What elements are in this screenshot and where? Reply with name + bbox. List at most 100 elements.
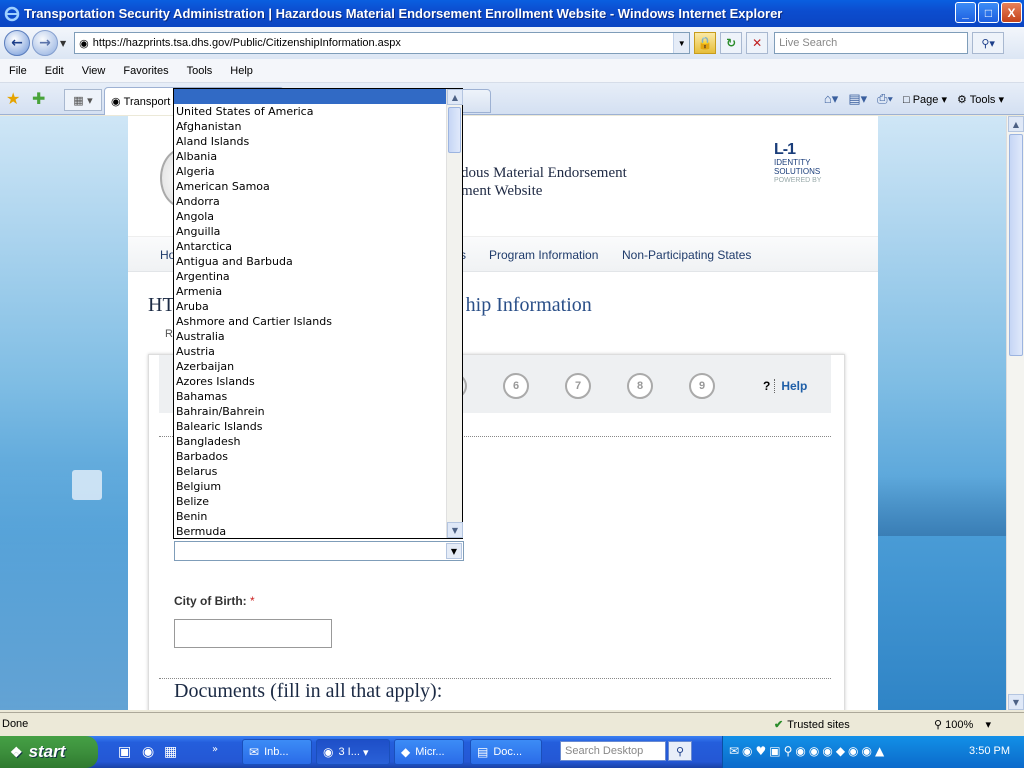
country-option[interactable]: Bahrain/Bahrein (174, 404, 446, 419)
step-6[interactable]: 6 (503, 373, 529, 399)
country-option[interactable]: Aruba (174, 299, 446, 314)
taskbar-button-label: Doc... (493, 746, 523, 758)
tab-bar: ★ ✚ ▦ ▾ ◉ Transport ⌂▾ ▤▾ ⎙▾ □ Page ▾ ⚙ … (0, 83, 1024, 115)
country-dropdown-list[interactable]: United States of America Afghanistan Aland… (173, 88, 463, 539)
country-option[interactable]: Antigua and Barbuda (174, 254, 446, 269)
help-link[interactable]: ? Help (763, 379, 807, 393)
menu-file[interactable]: File (0, 65, 36, 77)
country-option[interactable]: Albania (174, 149, 446, 164)
taskbar-button-inbox[interactable]: ✉ Inb... (242, 739, 312, 765)
country-option[interactable] (174, 89, 446, 104)
back-button[interactable]: ← (4, 30, 30, 56)
stop-button[interactable]: ✕ (746, 32, 769, 54)
address-dropdown-icon[interactable]: ▼ (673, 33, 690, 53)
country-option[interactable]: Ashmore and Cartier Islands (174, 314, 446, 329)
country-option[interactable]: Angola (174, 209, 446, 224)
country-option[interactable]: Balearic Islands (174, 419, 446, 434)
command-bar: ⌂▾ ▤▾ ⎙▾ □ Page ▾ ⚙ Tools ▾ (824, 91, 1004, 107)
country-option[interactable]: Bahamas (174, 389, 446, 404)
tray-icons[interactable]: ✉◉♥▣⚲◉◉◉◆◉◉▲ (729, 744, 887, 758)
outlook-icon: ✉ (249, 745, 260, 759)
zoom-level[interactable]: ⚲ 100% ▾ (934, 718, 991, 731)
desktop-search-button[interactable]: ⚲ (668, 741, 692, 761)
country-option[interactable]: Austria (174, 344, 446, 359)
ie-quicklaunch-icon[interactable]: ◉ (142, 744, 154, 760)
close-button[interactable]: X (1001, 2, 1022, 23)
country-option[interactable]: Azerbaijan (174, 359, 446, 374)
page-scrollbar[interactable]: ▲ ▼ (1006, 116, 1024, 710)
country-option[interactable]: Argentina (174, 269, 446, 284)
menu-help[interactable]: Help (221, 65, 262, 77)
minimize-button[interactable]: _ (955, 2, 976, 23)
desktop-search-input[interactable]: Search Desktop (560, 741, 666, 761)
menu-tools[interactable]: Tools (178, 65, 222, 77)
country-option[interactable]: Bermuda (174, 524, 446, 538)
scroll-down-icon[interactable]: ▼ (447, 522, 463, 538)
show-desktop-icon[interactable]: ▣ (118, 744, 131, 760)
forward-button[interactable]: → (32, 30, 58, 56)
step-7[interactable]: 7 (565, 373, 591, 399)
window-title: Transportation Security Administration |… (24, 6, 783, 21)
feeds-icon[interactable]: ▤▾ (848, 91, 867, 107)
excel-quicklaunch-icon[interactable]: ▦ (164, 744, 177, 760)
lock-icon[interactable]: 🔒 (694, 32, 717, 54)
scroll-thumb[interactable] (448, 107, 461, 153)
print-icon[interactable]: ⎙▾ (877, 91, 893, 107)
country-option[interactable]: Afghanistan (174, 119, 446, 134)
live-search-input[interactable]: Live Search (774, 32, 969, 54)
menu-view[interactable]: View (73, 65, 115, 77)
scroll-thumb[interactable] (1009, 134, 1023, 356)
scroll-up-icon[interactable]: ▲ (447, 89, 463, 105)
taskbar-button-doc[interactable]: ▤ Doc... (470, 739, 542, 765)
country-option[interactable]: Belgium (174, 479, 446, 494)
dropdown-scrollbar[interactable]: ▲ ▼ (446, 89, 463, 538)
step-9[interactable]: 9 (689, 373, 715, 399)
word-icon: ▤ (477, 745, 489, 759)
country-option[interactable]: Anguilla (174, 224, 446, 239)
quicklaunch-more-icon[interactable]: » (212, 744, 218, 755)
country-option[interactable]: Antarctica (174, 239, 446, 254)
start-button[interactable]: ❖ start (0, 736, 98, 768)
city-of-birth-input[interactable] (174, 619, 332, 648)
refresh-button[interactable]: ↻ (720, 32, 743, 54)
country-option[interactable]: Australia (174, 329, 446, 344)
country-option[interactable]: Belarus (174, 464, 446, 479)
country-option[interactable]: Barbados (174, 449, 446, 464)
step-8[interactable]: 8 (627, 373, 653, 399)
menu-edit[interactable]: Edit (36, 65, 73, 77)
recent-pages-dropdown-icon[interactable]: ▼ (60, 39, 66, 48)
security-zone[interactable]: ✔ Trusted sites (774, 718, 850, 731)
taskbar-button-label: 3 I... (338, 746, 360, 758)
country-option[interactable]: United States of America (174, 104, 446, 119)
search-button[interactable]: ⚲▾ (972, 32, 1005, 54)
home-icon[interactable]: ⌂▾ (824, 91, 838, 107)
country-option[interactable]: Azores Islands (174, 374, 446, 389)
country-option[interactable]: Belize (174, 494, 446, 509)
nav-non-participating-states[interactable]: Non-Participating States (622, 248, 751, 262)
country-option[interactable]: American Samoa (174, 179, 446, 194)
address-url[interactable]: https://hazprints.tsa.dhs.gov/Public/Cit… (93, 37, 673, 49)
country-option[interactable]: Benin (174, 509, 446, 524)
nav-program-information[interactable]: Program Information (489, 248, 598, 262)
menu-favorites[interactable]: Favorites (114, 65, 177, 77)
address-bar[interactable]: ◉ https://hazprints.tsa.dhs.gov/Public/C… (74, 32, 691, 54)
country-option[interactable]: Aland Islands (174, 134, 446, 149)
country-option[interactable]: Armenia (174, 284, 446, 299)
tools-menu[interactable]: ⚙ Tools ▾ (957, 93, 1004, 106)
taskbar-button-micr[interactable]: ◆ Micr... (394, 739, 464, 765)
scroll-down-icon[interactable]: ▼ (1008, 694, 1024, 710)
quick-tabs-button[interactable]: ▦ ▾ (64, 89, 102, 111)
tools-menu-label: Tools (969, 93, 996, 106)
add-favorite-icon[interactable]: ✚ (32, 89, 45, 108)
country-option[interactable]: Algeria (174, 164, 446, 179)
favorites-star-icon[interactable]: ★ (6, 89, 20, 108)
taskbar-button-ie-group[interactable]: ◉ 3 I... ▾ (316, 739, 390, 765)
page-menu-label: Page (912, 93, 939, 106)
select-dropdown-icon[interactable]: ▼ (446, 543, 462, 559)
maximize-button[interactable]: □ (978, 2, 999, 23)
country-option[interactable]: Andorra (174, 194, 446, 209)
country-of-birth-select[interactable]: ▼ (174, 541, 464, 561)
scroll-up-icon[interactable]: ▲ (1008, 116, 1024, 132)
page-menu[interactable]: □ Page ▾ (903, 93, 947, 106)
country-option[interactable]: Bangladesh (174, 434, 446, 449)
